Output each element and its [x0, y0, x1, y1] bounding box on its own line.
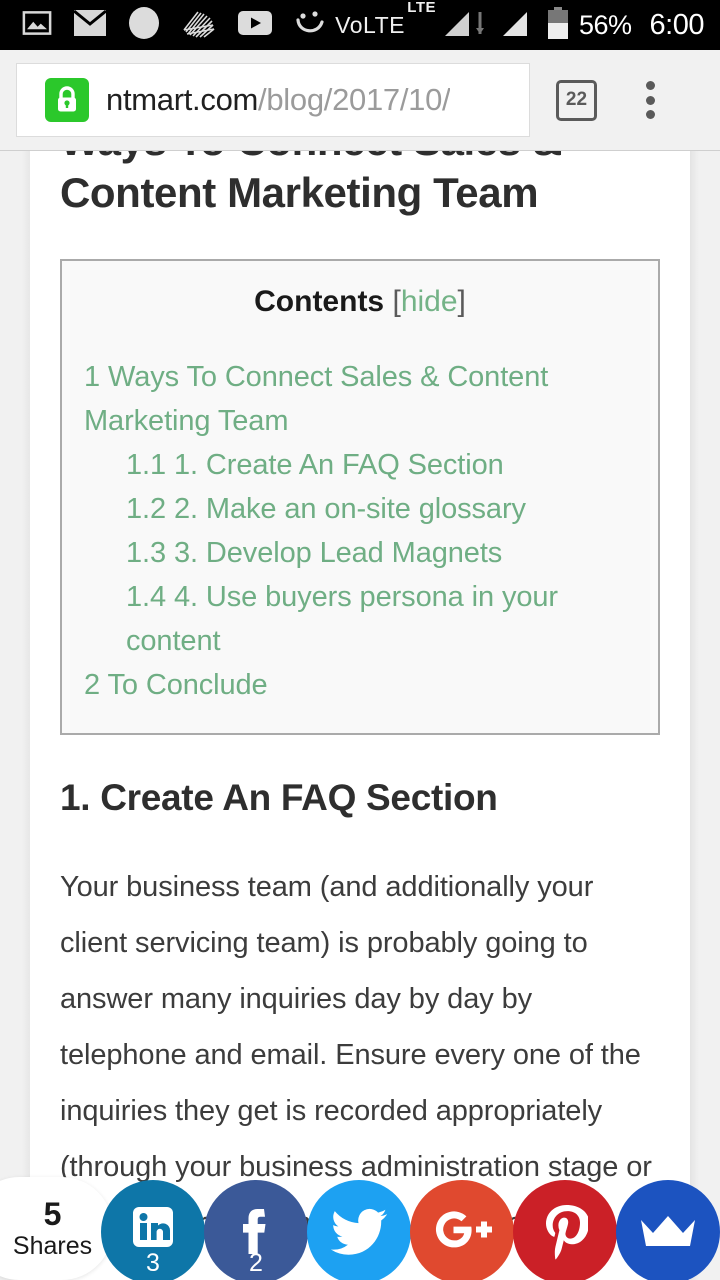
toc-item-1-2[interactable]: 1.2 2. Make an on-site glossary	[84, 487, 636, 531]
share-button-pinterest[interactable]	[513, 1180, 617, 1280]
toc-header: Contents [hide]	[84, 285, 636, 319]
toc-item-1[interactable]: 1 Ways To Connect Sales & Content Market…	[84, 355, 636, 443]
battery-percent: 56%	[579, 9, 632, 40]
page-content: Ways To Connect Sales & Content Marketin…	[30, 151, 690, 1280]
twitter-icon	[330, 1207, 388, 1257]
share-button-twitter[interactable]	[307, 1180, 411, 1280]
signal-bars-sim2-icon	[501, 10, 527, 41]
share-total-label: Shares	[12, 1231, 93, 1260]
crown-icon	[639, 1214, 697, 1250]
youtube-icon	[238, 10, 272, 40]
email-icon	[73, 9, 107, 41]
pinterest-icon	[542, 1203, 588, 1261]
share-button-linkedin[interactable]: 3	[101, 1180, 205, 1280]
share-bar: 5 Shares 3 2	[0, 1175, 720, 1280]
toc-hide-link[interactable]: hide	[401, 285, 458, 318]
tab-count-label: 22	[565, 89, 588, 110]
article: Ways To Connect Sales & Content Marketin…	[30, 151, 690, 1251]
table-of-contents: Contents [hide] 1 Ways To Connect Sales …	[60, 259, 660, 735]
system-status: VoLTE LTE 56% 6:00	[335, 0, 720, 44]
share-total: 5 Shares	[0, 1177, 113, 1280]
linkedin-icon	[127, 1207, 179, 1253]
clock: 6:00	[649, 8, 705, 41]
page-viewport[interactable]: Ways To Connect Sales & Content Marketin…	[0, 151, 720, 1280]
url-path: /blog/2017/10/	[258, 82, 451, 117]
section-heading: 1. Create An FAQ Section	[60, 777, 498, 818]
url-bar[interactable]: ntmart.com/blog/2017/10/	[16, 63, 530, 137]
share-button-facebook[interactable]: 2	[204, 1180, 308, 1280]
toc-bracket-close: ]	[457, 285, 466, 318]
lock-icon[interactable]	[45, 78, 89, 122]
toc-list: 1 Ways To Connect Sales & Content Market…	[84, 355, 636, 707]
network-type-label: VoLTE LTE	[335, 0, 436, 38]
browser-toolbar: ntmart.com/blog/2017/10/ 22	[0, 50, 720, 151]
share-count-linkedin: 3	[146, 1249, 160, 1277]
toc-item-1-3[interactable]: 1.3 3. Develop Lead Magnets	[84, 531, 636, 575]
toc-item-1-4[interactable]: 1.4 4. Use buyers persona in your conten…	[84, 575, 636, 663]
url-text: ntmart.com/blog/2017/10/	[106, 82, 450, 118]
circle-icon	[128, 6, 160, 45]
smiley-icon	[294, 8, 326, 43]
image-icon	[22, 8, 52, 43]
signature-icon	[182, 8, 216, 43]
share-button-sumo[interactable]	[616, 1180, 720, 1280]
share-total-count: 5	[43, 1195, 62, 1232]
facebook-icon	[231, 1209, 281, 1254]
toc-item-2[interactable]: 2 To Conclude	[84, 663, 636, 707]
signal-bars-sim1-icon	[443, 10, 469, 41]
share-count-facebook: 2	[249, 1249, 263, 1277]
google-plus-icon	[431, 1211, 493, 1253]
notification-icons	[0, 6, 335, 45]
page-right-shadow	[690, 151, 699, 1280]
share-button-googleplus[interactable]	[410, 1180, 514, 1280]
sim-indicator-icon	[475, 10, 485, 41]
toc-bracket-open: [	[392, 285, 401, 318]
lte-label: LTE	[407, 0, 436, 16]
page-title: Ways To Connect Sales & Content Marketin…	[60, 151, 562, 216]
tab-counter-button[interactable]: 22	[556, 79, 597, 121]
page-left-shadow	[22, 151, 30, 1280]
status-bar: VoLTE LTE 56% 6:00	[0, 0, 720, 50]
toc-title: Contents	[254, 285, 385, 318]
toc-item-1-1[interactable]: 1.1 1. Create An FAQ Section	[84, 443, 636, 487]
battery-icon	[547, 6, 569, 44]
url-host: ntmart.com	[106, 82, 259, 117]
overflow-menu-icon[interactable]	[635, 78, 665, 122]
